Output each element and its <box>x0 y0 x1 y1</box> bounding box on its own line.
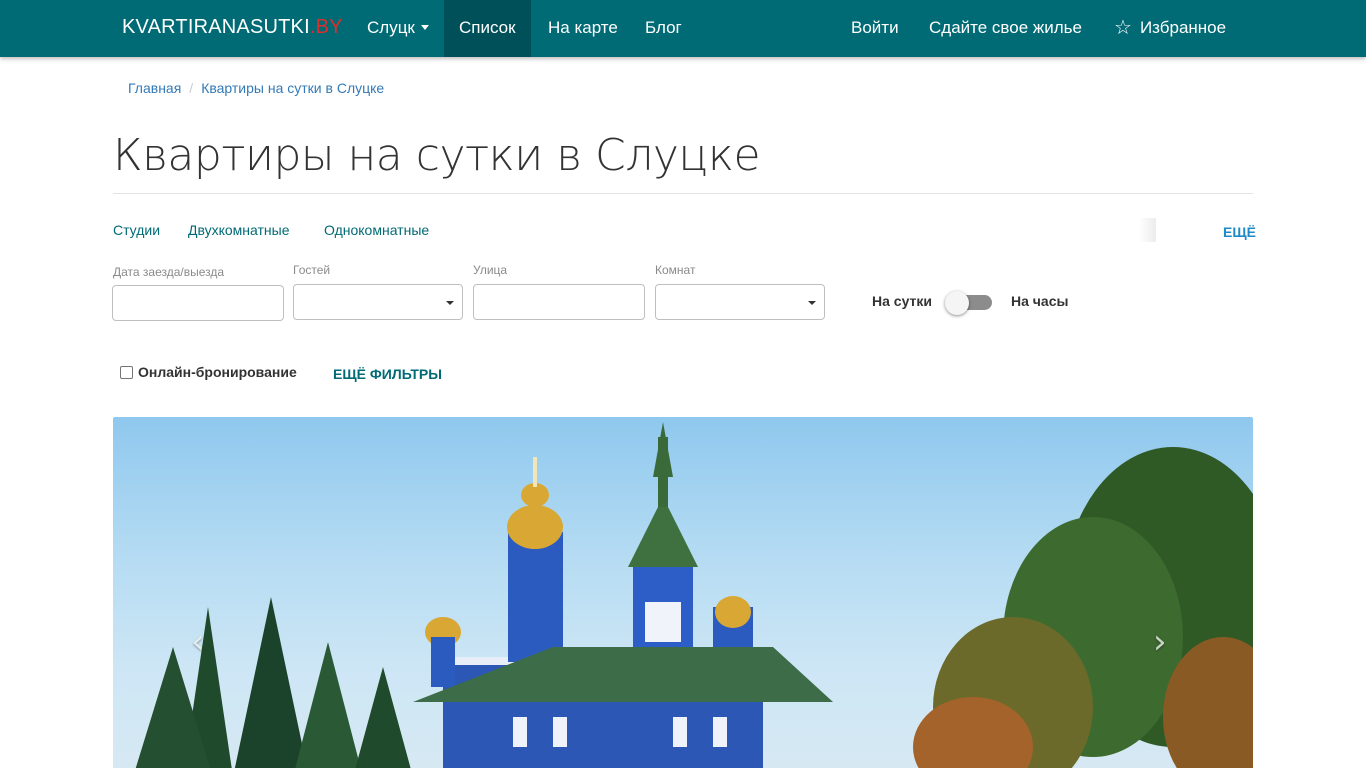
nav-map-label: На карте <box>548 18 618 37</box>
online-booking-label[interactable]: Онлайн-бронирование <box>138 364 297 380</box>
login-label: Войти <box>851 18 899 37</box>
quick-link-studios[interactable]: Студии <box>113 222 160 238</box>
caret-down-icon <box>420 25 429 31</box>
title-divider <box>113 193 1253 194</box>
star-outline-icon: ☆ <box>1114 17 1132 39</box>
mode-day-label: На сутки <box>872 293 932 309</box>
breadcrumb-home-link[interactable]: Главная <box>128 80 181 96</box>
street-label: Улица <box>473 263 508 277</box>
rent-out-link[interactable]: Сдайте свое жилье <box>914 0 1097 57</box>
city-dropdown-label: Слуцк <box>367 18 415 37</box>
quick-link-one-room[interactable]: Однокомнатные <box>324 222 429 238</box>
online-booking-checkbox[interactable] <box>120 366 133 379</box>
street-input[interactable] <box>473 284 645 320</box>
top-navbar: KVARTIRANASUTKI.BY Слуцк Список На карте… <box>0 0 1366 57</box>
caret-down-icon <box>446 301 454 305</box>
mode-hours-label: На часы <box>1011 293 1069 309</box>
rooms-label: Комнат <box>655 263 696 277</box>
caret-down-icon <box>808 301 816 305</box>
breadcrumb: Главная / Квартиры на сутки в Слуцке <box>128 80 384 96</box>
site-logo[interactable]: KVARTIRANASUTKI.BY <box>122 16 343 39</box>
breadcrumb-current-link[interactable]: Квартиры на сутки в Слуцке <box>201 80 384 96</box>
dates-input[interactable] <box>112 285 284 321</box>
login-link[interactable]: Войти <box>836 0 914 57</box>
favorites-link[interactable]: ☆ Избранное <box>1099 0 1241 57</box>
favorites-label: Избранное <box>1139 18 1227 37</box>
more-filters-button[interactable]: ЕЩЁ ФИЛЬТРЫ <box>333 366 442 382</box>
scroll-fade <box>1139 218 1156 242</box>
quick-links-more-button[interactable]: ЕЩЁ <box>1223 224 1256 240</box>
nav-blog-label: Блог <box>645 18 682 37</box>
carousel-next-button[interactable]: › <box>1153 622 1167 662</box>
nav-blog-link[interactable]: Блог <box>630 0 697 57</box>
page-title: Квартиры на сутки в Слуцке <box>113 130 761 181</box>
carousel-prev-button[interactable]: ‹ <box>191 622 205 662</box>
quick-link-two-room[interactable]: Двухкомнатные <box>188 222 290 238</box>
city-dropdown[interactable]: Слуцк <box>352 0 444 57</box>
dates-label: Дата заезда/выезда <box>113 265 225 279</box>
nav-list-tab[interactable]: Список <box>444 0 531 57</box>
photo-carousel[interactable]: ‹ › <box>113 417 1253 768</box>
brand-suffix-text: .BY <box>309 16 343 38</box>
guests-select[interactable] <box>293 284 463 320</box>
nav-list-label: Список <box>459 18 516 37</box>
church-photo <box>135 422 1253 768</box>
brand-main-text: KVARTIRANASUTKI <box>122 16 310 38</box>
nav-map-link[interactable]: На карте <box>533 0 633 57</box>
breadcrumb-separator: / <box>189 80 194 96</box>
rent-mode-toggle-knob[interactable] <box>945 291 969 315</box>
rent-out-label: Сдайте свое жилье <box>929 18 1082 37</box>
guests-label: Гостей <box>293 263 331 277</box>
rooms-select[interactable] <box>655 284 825 320</box>
